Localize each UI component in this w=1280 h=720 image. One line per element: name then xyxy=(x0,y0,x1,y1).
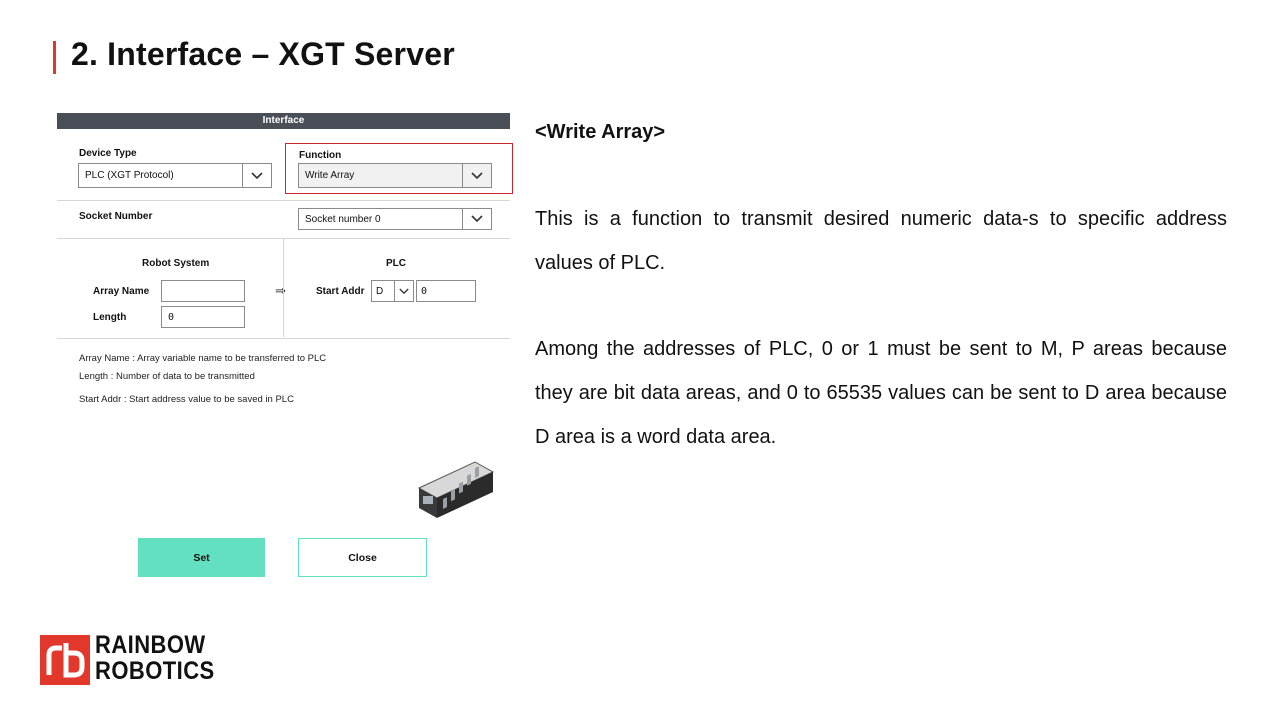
plc-area-select[interactable]: D xyxy=(371,280,414,302)
socket-number-select[interactable]: Socket number 0 xyxy=(298,208,492,230)
function-label: Function xyxy=(299,150,342,161)
transfer-arrow-icon: ⇒ xyxy=(275,283,286,298)
length-input[interactable]: 0 xyxy=(161,306,245,328)
plc-area-value: D xyxy=(376,285,384,297)
plc-start-address-value: 0 xyxy=(421,285,428,297)
note-length: Length : Number of data to be transmitte… xyxy=(79,371,255,382)
interface-dialog: Interface Device Type PLC (XGT Protocol)… xyxy=(57,113,513,588)
title-accent-bar xyxy=(53,41,56,74)
company-logo-text: RAINBOW ROBOTICS xyxy=(95,632,215,684)
socket-number-label: Socket Number xyxy=(79,211,153,222)
length-label: Length xyxy=(93,312,127,323)
chevron-down-icon[interactable] xyxy=(394,281,413,301)
paragraph-address-rules: Among the addresses of PLC, 0 or 1 must … xyxy=(535,338,1227,448)
chevron-down-icon[interactable] xyxy=(462,164,491,187)
close-button[interactable]: Close xyxy=(298,538,427,577)
function-select[interactable]: Write Array xyxy=(298,163,492,188)
length-value: 0 xyxy=(168,311,175,323)
function-value: Write Array xyxy=(305,170,355,181)
paragraph-description: This is a function to transmit desired n… xyxy=(535,208,1227,274)
robot-system-title: Robot System xyxy=(142,258,210,269)
section-subheading: <Write Array> xyxy=(535,121,666,143)
set-button[interactable]: Set xyxy=(138,538,265,577)
chevron-down-icon[interactable] xyxy=(242,164,271,187)
slide-title: 2. Interface – XGT Server xyxy=(71,36,455,72)
start-addr-label: Start Addr xyxy=(316,286,365,297)
rainbow-robotics-logo-icon xyxy=(40,635,90,685)
device-type-value: PLC (XGT Protocol) xyxy=(85,170,174,181)
device-type-label: Device Type xyxy=(79,148,137,159)
plc-device-image xyxy=(417,461,495,518)
plc-title: PLC xyxy=(386,258,406,269)
dialog-header: Interface xyxy=(57,113,510,129)
logo-line-2: ROBOTICS xyxy=(95,657,215,685)
array-name-input[interactable] xyxy=(161,280,245,302)
note-start-addr: Start Addr : Start address value to be s… xyxy=(79,394,294,405)
socket-number-value: Socket number 0 xyxy=(305,213,381,225)
note-array-name: Array Name : Array variable name to be t… xyxy=(79,353,327,364)
divider xyxy=(57,338,510,339)
plc-start-address-input[interactable]: 0 xyxy=(416,280,476,302)
chevron-down-icon[interactable] xyxy=(462,209,491,229)
array-name-label: Array Name xyxy=(93,286,150,297)
logo-line-1: RAINBOW xyxy=(95,631,206,659)
divider xyxy=(57,200,510,201)
divider xyxy=(283,239,284,337)
device-type-select[interactable]: PLC (XGT Protocol) xyxy=(78,163,272,188)
